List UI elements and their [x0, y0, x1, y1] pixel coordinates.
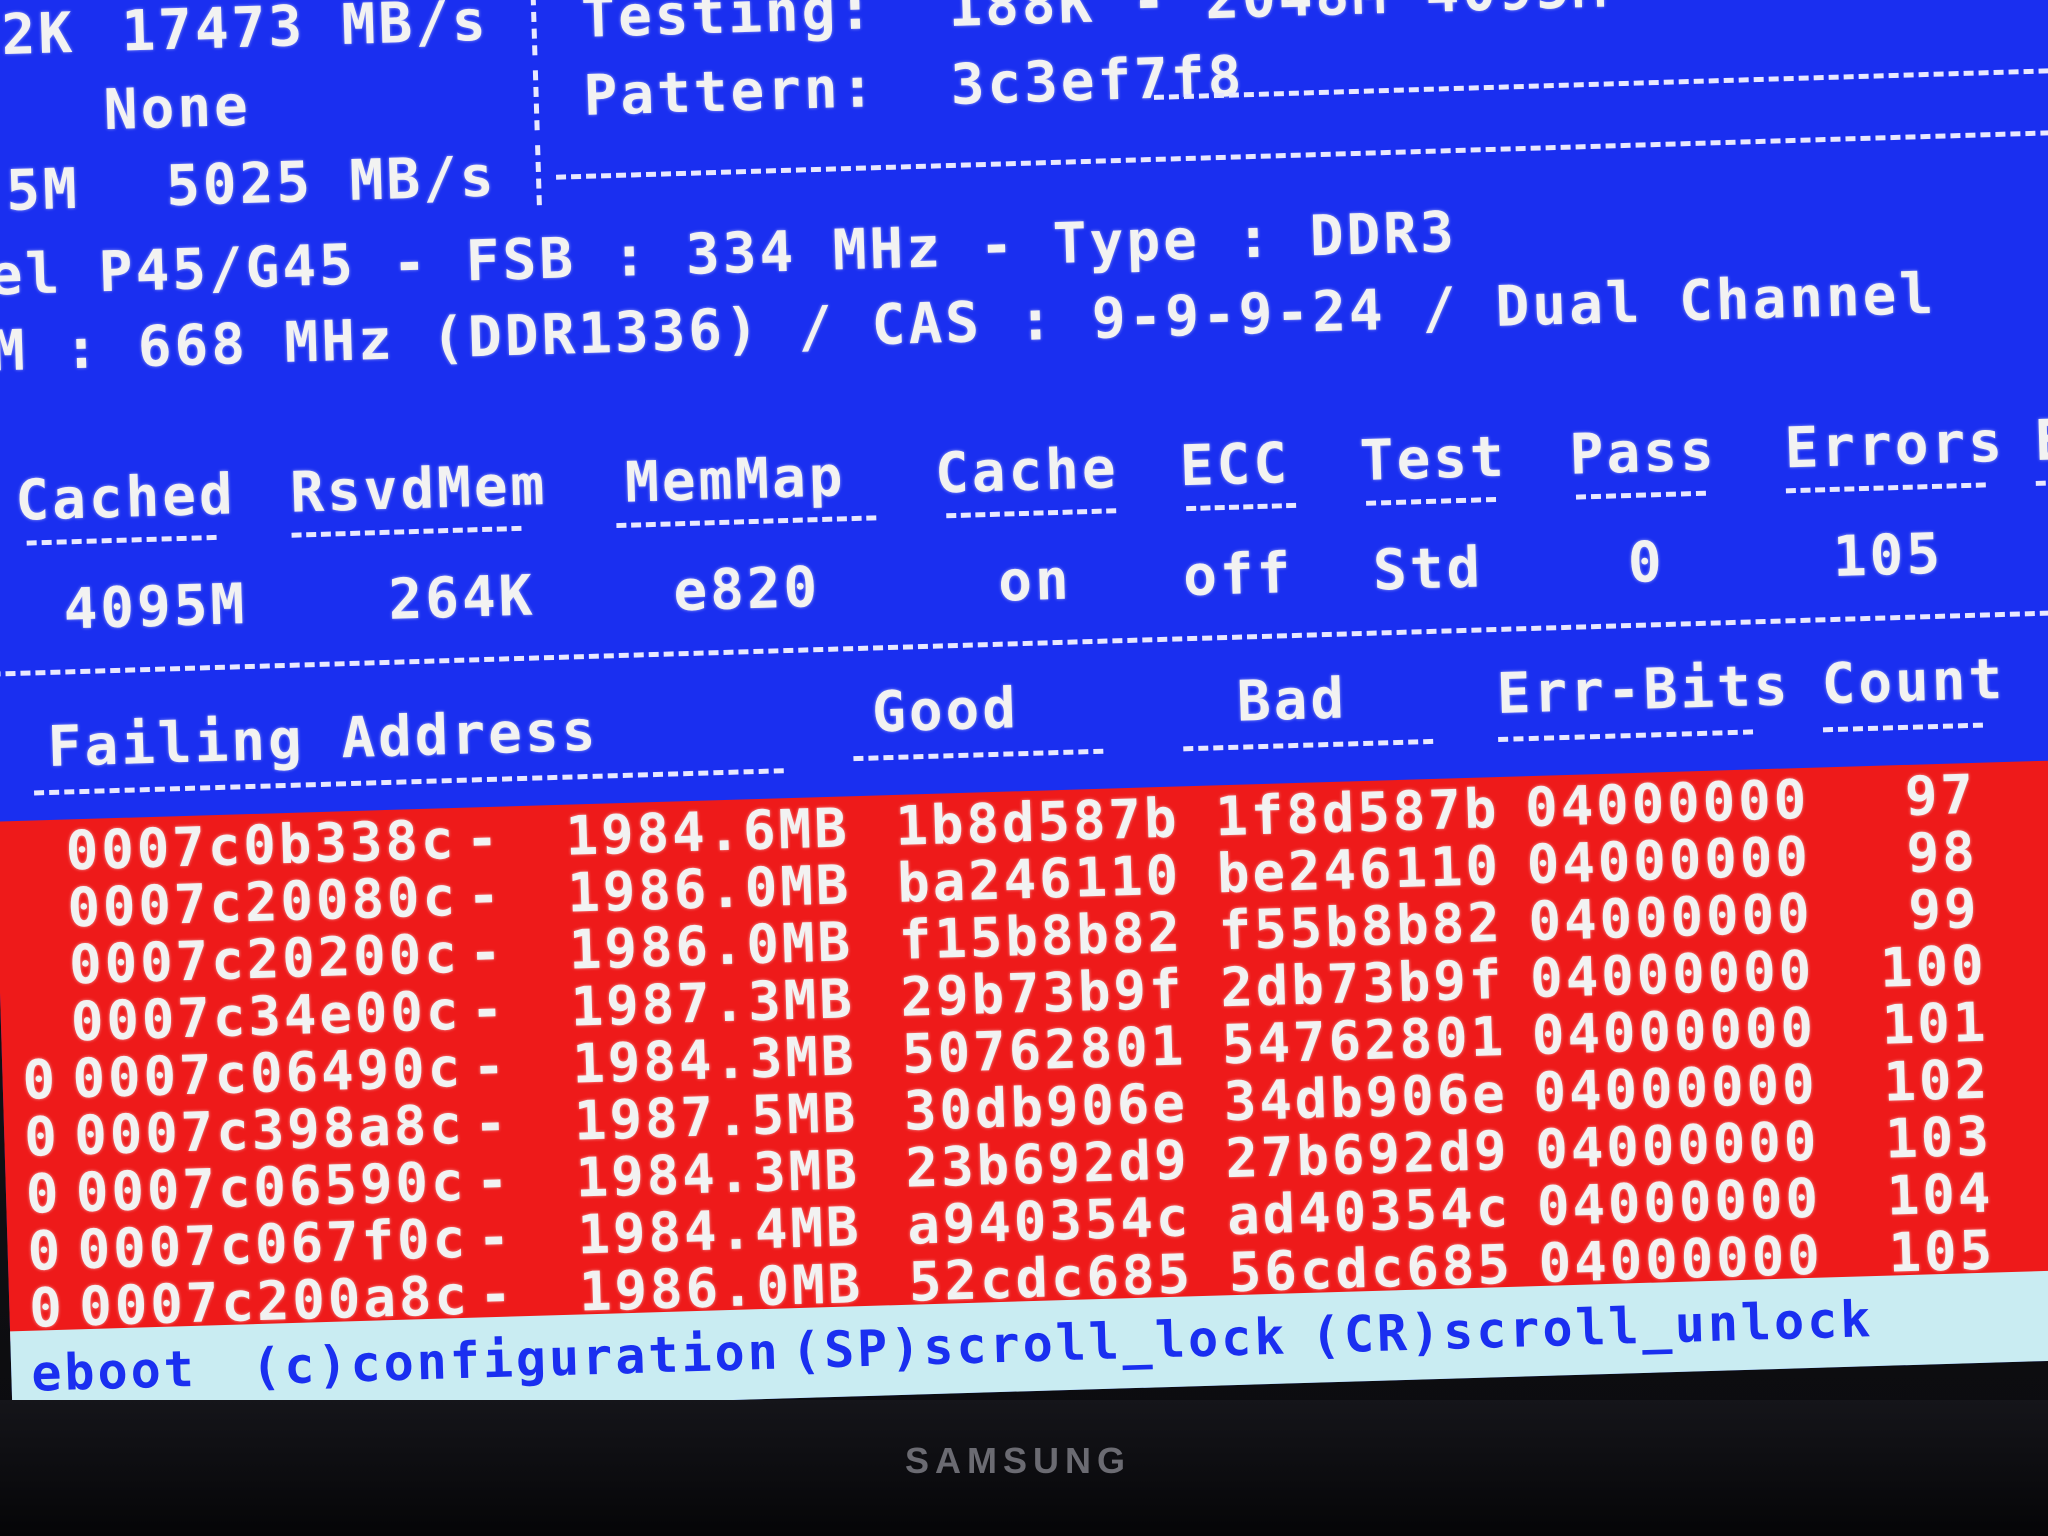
stats-header-test: Test: [1358, 424, 1508, 494]
error-separator: -: [474, 1148, 513, 1213]
stats-underline: [616, 515, 877, 529]
error-count: 104: [1885, 1161, 1995, 1228]
stats-header-rsvdmem: RsvdMem: [289, 453, 549, 526]
errors-underline: [1822, 722, 1984, 733]
errors-underline: [853, 748, 1104, 762]
stats-header-cache: Cache: [934, 436, 1120, 507]
stats-underline: [1366, 496, 1497, 506]
l2-cache-speed: 17473 MB/s: [120, 0, 490, 65]
error-count: 103: [1884, 1104, 1993, 1171]
errors-underline: [1183, 738, 1434, 752]
stats-underline: [26, 534, 217, 546]
error-row-lead: 0: [25, 1161, 63, 1226]
error-separator: -: [473, 1091, 511, 1156]
error-count: 102: [1882, 1047, 1991, 1114]
errors-header-good: Good: [871, 676, 1020, 746]
error-count: 98: [1905, 819, 1979, 885]
stats-underline: [2035, 478, 2048, 486]
scroll-unlock-key[interactable]: (CR)scroll_unlock: [1310, 1290, 1874, 1365]
stats-value-cached: 4095M: [62, 572, 249, 643]
stats-underline: [946, 508, 1117, 519]
error-count: 101: [1880, 990, 1990, 1057]
error-list-panel: 0007c0b338c - 1984.6MB 1b8d587b 1f8d587b…: [0, 758, 2048, 1342]
header-separator: [1153, 67, 2048, 100]
errors-header-count: Count: [1820, 646, 2007, 718]
memory-label-fragment: 5M: [5, 156, 81, 225]
stats-header-ecc: ECC: [1178, 431, 1291, 500]
stats-value-memmap: e820: [672, 555, 822, 625]
errors-header-errbits: Err-Bits: [1495, 653, 1792, 728]
test-pattern: Pattern: 3c3ef7f8: [582, 44, 1246, 129]
memtest-screen: 2K 17473 MB/s Testing: 188K - 2048M 4095…: [0, 0, 2048, 1422]
scroll-lock-key[interactable]: (SP)scroll_lock: [790, 1308, 1288, 1381]
error-separator: -: [471, 1034, 509, 1099]
stats-value-rsvdmem: 264K: [387, 563, 537, 633]
error-separator: -: [468, 920, 506, 985]
stats-underline: [1785, 482, 1986, 494]
error-separator: -: [476, 1205, 514, 1270]
stats-value-errors: 105: [1831, 521, 1944, 590]
error-separator: -: [464, 806, 503, 871]
stats-underline: [1186, 502, 1297, 512]
stats-header-ecc-errors: EC: [2033, 406, 2048, 474]
l2-cache-label-fragment: 2K: [0, 0, 76, 69]
memory-speed: 5025 MB/s: [165, 144, 498, 220]
error-row-lead: 0: [26, 1218, 65, 1283]
header-separator: [555, 129, 2048, 180]
photo-frame: 2K 17473 MB/s Testing: 188K - 2048M 4095…: [0, 0, 2048, 1536]
error-separator: -: [469, 977, 508, 1042]
header-divider: [530, 0, 538, 56]
error-separator: -: [466, 863, 504, 928]
error-row-lead: 0: [21, 1047, 60, 1112]
stats-header-pass: Pass: [1568, 418, 1718, 488]
errors-header-bad: Bad: [1235, 666, 1348, 735]
stats-value-ecc: off: [1182, 541, 1295, 610]
error-row-lead: 0: [23, 1104, 61, 1169]
l3-cache-value: None: [102, 73, 252, 144]
stats-underline: [291, 525, 522, 538]
configuration-key[interactable]: (c)configuration: [250, 1323, 781, 1397]
header-divider: [535, 145, 542, 206]
stats-value-cache: on: [997, 547, 1073, 615]
errors-underline: [1498, 729, 1754, 742]
errors-header-address: Failing Address: [46, 698, 600, 781]
stats-value-pass: 0: [1627, 529, 1666, 597]
error-count: 99: [1907, 876, 1981, 942]
error-count: 97: [1904, 762, 1977, 828]
testing-range: Testing: 188K - 2048M 4095M: [580, 0, 1610, 51]
error-count: 100: [1879, 933, 1988, 1000]
stats-value-test: Std: [1372, 535, 1485, 604]
stats-header-errors: Errors: [1783, 409, 2006, 482]
monitor-brand-logo: SAMSUNG: [905, 1440, 1132, 1481]
reboot-key[interactable]: eboot: [30, 1340, 197, 1403]
stats-header-cached: Cached: [14, 462, 237, 534]
stats-underline: [1575, 490, 1707, 500]
stats-header-memmap: MemMap: [624, 444, 847, 516]
header-divider: [532, 70, 540, 131]
